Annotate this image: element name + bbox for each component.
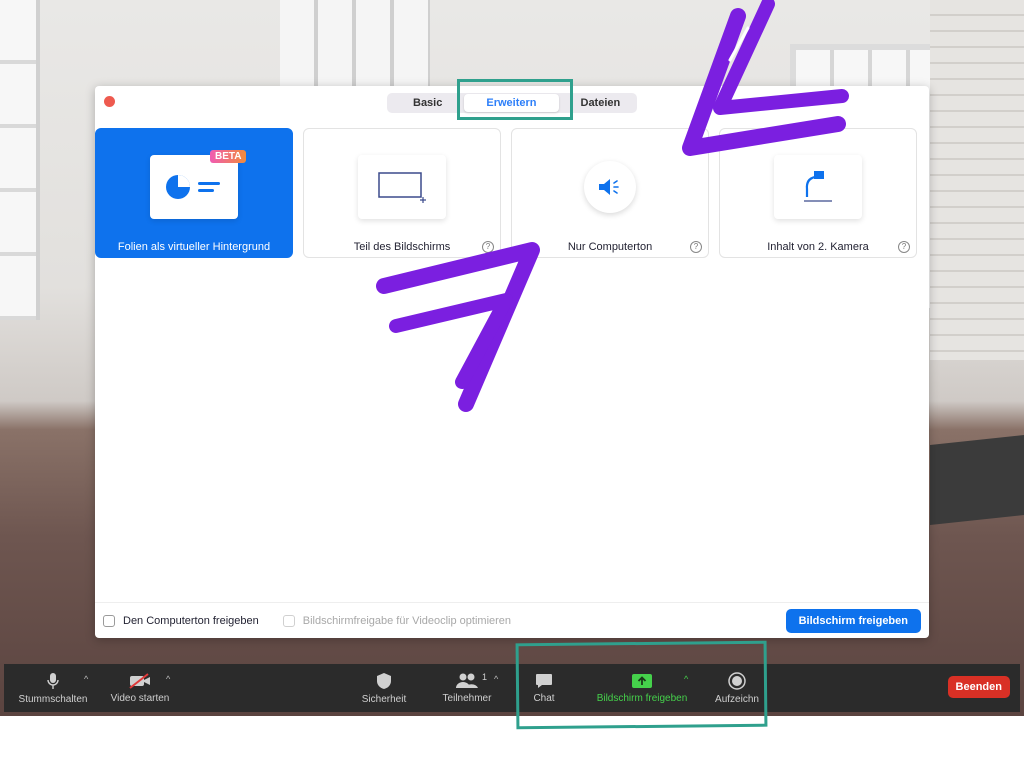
participants-count: 1 <box>482 672 488 682</box>
security-button[interactable]: Sicherheit <box>356 664 412 712</box>
share-screen-icon <box>632 673 652 688</box>
speaker-icon <box>599 179 619 195</box>
slides-icon <box>166 175 220 199</box>
share-screen-button[interactable]: Bildschirm freigeben <box>785 608 921 633</box>
microphone-icon <box>47 672 59 689</box>
share-screen-toolbar-button[interactable]: Bildschirm freigeben <box>586 664 698 712</box>
close-window-button[interactable] <box>104 96 115 107</box>
option-label: Folien als virtueller Hintergrund <box>117 241 271 253</box>
participants-options-caret-icon[interactable]: ^ <box>494 674 498 684</box>
help-icon[interactable]: ? <box>690 241 702 253</box>
option-slides-background[interactable]: BETA Folien als virtueller Hintergrund <box>95 128 293 258</box>
end-meeting-button[interactable]: Beenden <box>947 676 1010 698</box>
tab-erweitern[interactable]: Erweitern <box>464 94 559 112</box>
mute-label: Stummschalten <box>18 693 88 705</box>
checkbox-label: Den Computerton freigeben <box>123 614 259 627</box>
record-icon <box>728 671 746 690</box>
checkbox-box[interactable] <box>282 614 295 627</box>
beta-badge: BETA <box>210 150 247 163</box>
share-tabs: Basic Erweitern Dateien <box>387 93 637 113</box>
video-options-caret-icon[interactable]: ^ <box>166 674 170 684</box>
shield-icon <box>377 672 391 689</box>
audio-thumbnail <box>584 161 636 213</box>
chat-label: Chat <box>533 692 555 704</box>
record-label: Aufzeichn <box>715 693 759 705</box>
chat-button[interactable]: Chat <box>524 664 564 712</box>
help-icon[interactable]: ? <box>482 241 494 253</box>
dialog-footer: Den Computerton freigeben Bildschirmfrei… <box>95 602 929 638</box>
chat-icon <box>536 673 552 688</box>
participants-label: Teilnehmer <box>442 692 492 704</box>
optimize-video-checkbox[interactable]: Bildschirmfreigabe für Videoclip optimie… <box>282 614 512 627</box>
option-label: Teil des Bildschirms <box>353 241 451 253</box>
participants-button[interactable]: Teilnehmer 1 <box>434 664 500 712</box>
option-portion-of-screen[interactable]: Teil des Bildschirms ? <box>303 128 501 258</box>
security-label: Sicherheit <box>361 693 407 705</box>
start-video-button[interactable]: Video starten <box>102 664 178 712</box>
option-label: Inhalt von 2. Kamera <box>767 241 869 253</box>
share-options-caret-icon[interactable]: ^ <box>684 674 688 684</box>
background-brick-wall <box>930 0 1024 360</box>
screen-portion-icon <box>378 172 426 203</box>
record-button[interactable]: Aufzeichn <box>704 664 770 712</box>
mute-options-caret-icon[interactable]: ^ <box>84 674 88 684</box>
share-screen-label: Bildschirm freigeben <box>596 692 688 704</box>
participants-icon <box>456 673 478 688</box>
help-icon[interactable]: ? <box>898 241 910 253</box>
camera-thumbnail <box>774 155 862 219</box>
option-computer-audio-only[interactable]: Nur Computerton ? <box>511 128 709 258</box>
background-mat <box>930 435 1024 525</box>
mute-button[interactable]: Stummschalten <box>10 664 96 712</box>
tab-dateien[interactable]: Dateien <box>559 94 643 112</box>
share-computer-audio-checkbox[interactable]: Den Computerton freigeben <box>103 614 259 627</box>
video-off-icon <box>129 672 150 689</box>
option-second-camera[interactable]: Inhalt von 2. Kamera ? <box>719 128 917 258</box>
tab-basic[interactable]: Basic <box>391 94 464 112</box>
background-window-left <box>0 0 40 320</box>
share-options: BETA Folien als virtueller Hintergrund T… <box>95 128 917 258</box>
share-screen-dialog: Basic Erweitern Dateien BETA Folien als … <box>95 86 929 638</box>
slides-thumbnail <box>150 155 238 219</box>
video-label: Video starten <box>110 692 170 704</box>
checkbox-label: Bildschirmfreigabe für Videoclip optimie… <box>302 614 512 627</box>
option-label: Nur Computerton <box>567 241 653 253</box>
portion-thumbnail <box>358 155 446 219</box>
checkbox-box[interactable] <box>103 614 115 627</box>
document-camera-icon <box>804 171 832 202</box>
background-window-top <box>280 0 430 90</box>
meeting-toolbar: Stummschalten ^ Video starten ^ Sicherhe… <box>4 664 1020 712</box>
